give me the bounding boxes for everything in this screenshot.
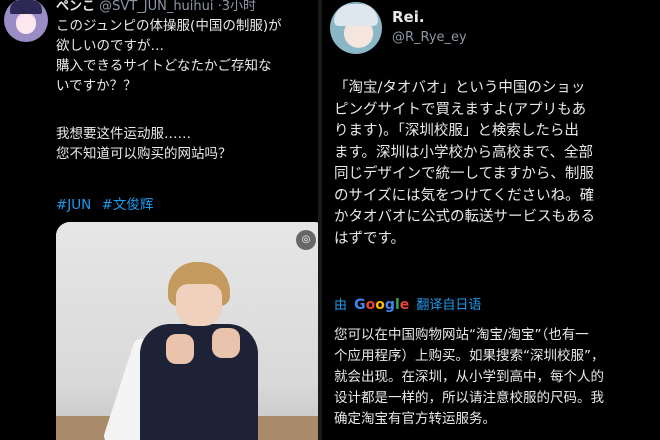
translate-source-label[interactable]: 翻译自日语 — [416, 298, 481, 313]
display-name[interactable]: Rei. — [392, 8, 425, 26]
text-line: 就会出现。在深圳，从小学到高中，每个人的 — [334, 369, 604, 385]
text-line: 个应用程序）上购买。如果搜索“深圳校服”， — [334, 348, 605, 364]
text-line: ります)。「深圳校服」と検索したら出 — [334, 123, 579, 139]
text-line: いですか？？ — [56, 78, 137, 94]
handle[interactable]: @R_Rye_ey — [392, 30, 467, 45]
hashtags: #JUN #文俊辉 — [56, 193, 159, 213]
timestamp[interactable]: ·3小时 — [218, 0, 256, 14]
avatar[interactable] — [4, 0, 48, 42]
google-logo: Google — [354, 297, 410, 313]
text-line: 设计都是一样的，所以请注意校服的尺码。我 — [334, 390, 604, 406]
tweet-media-image[interactable]: ◎ — [56, 222, 318, 440]
text-line: はずです。 — [334, 230, 406, 247]
tweet-header: ペンこ @SVT_JUN_huihui ·3小时 — [56, 0, 256, 14]
text-line: 同じデザインで統一してますから、制服 — [334, 166, 594, 182]
text-line: 我想要这件运动服…… — [56, 126, 191, 142]
text-line: 欲しいのですが… — [56, 38, 164, 54]
hashtag-link[interactable]: #文俊辉 — [102, 197, 154, 213]
text-line: 購入できるサイトどなたかご存知な — [56, 58, 272, 74]
text-line: ピングサイトで買えますよ(アプリもあ — [334, 101, 587, 118]
media-badge-icon[interactable]: ◎ — [296, 230, 316, 250]
text-line: 「淘宝/タオバオ」という中国のショッ — [334, 80, 586, 96]
avatar[interactable] — [330, 2, 382, 54]
handle[interactable]: @SVT_JUN_huihui — [99, 0, 213, 14]
translated-text: 您可以在中国购物网站“淘宝/淘宝”（也有一 个应用程序）上购买。如果搜索“深圳校… — [334, 325, 660, 430]
right-tweet: Rei. @R_Rye_ey 「淘宝/タオバオ」という中国のショッ ピングサイト… — [322, 0, 660, 440]
translate-by-label: 由 — [334, 298, 348, 313]
display-name[interactable]: ペンこ — [56, 0, 95, 14]
text-line: 确定淘宝有官方转运服务。 — [334, 411, 496, 427]
tweet-text-japanese: 「淘宝/タオバオ」という中国のショッ ピングサイトで買えますよ(アプリもあ りま… — [334, 78, 660, 250]
text-line: 您可以在中国购物网站“淘宝/淘宝”（也有一 — [334, 327, 589, 343]
tweet-text-chinese: 我想要这件运动服…… 您不知道可以购买的网站吗？ — [56, 124, 232, 164]
hashtag-link[interactable]: #JUN — [56, 197, 91, 213]
tweet-text-japanese: このジュンピの体操服(中国の制服)が 欲しいのですが… 購入できるサイトどなたか… — [56, 16, 282, 96]
text-line: 您不知道可以购买的网站吗？ — [56, 146, 232, 162]
text-line: このジュンピの体操服(中国の制服)が — [56, 18, 282, 34]
left-tweet: ペンこ @SVT_JUN_huihui ·3小时 このジュンピの体操服(中国の制… — [0, 0, 318, 440]
text-line: ます。深圳は小学校から高校まで、全部 — [334, 144, 593, 161]
text-line: のサイズには気をつけてくださいね。確 — [334, 187, 595, 204]
text-line: かタオバオに公式の転送サービスもある — [334, 209, 595, 225]
translation-attribution[interactable]: 由 Google 翻译自日语 — [334, 294, 481, 313]
